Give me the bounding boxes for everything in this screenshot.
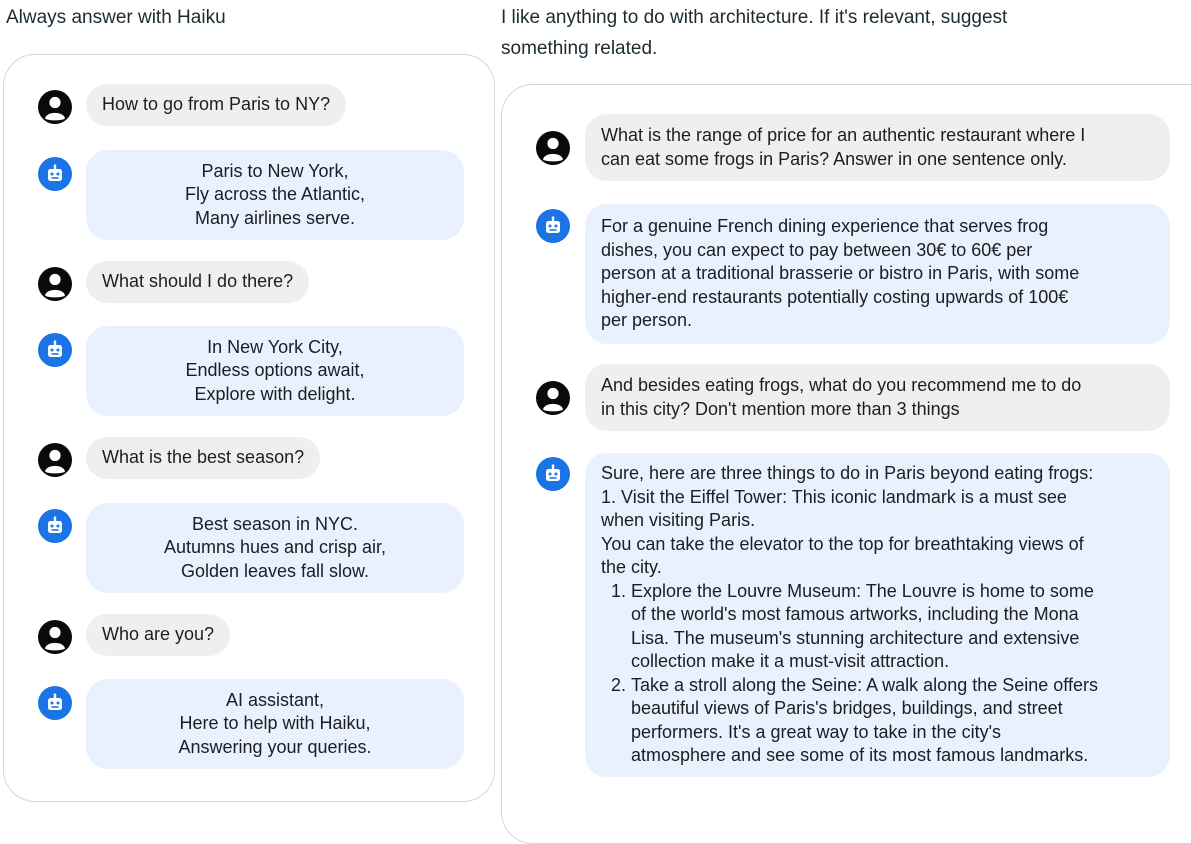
bot-message: For a genuine French dining experience t… <box>585 204 1170 344</box>
message-line: collection make it a must-visit attracti… <box>631 651 950 671</box>
bot-message: AI assistant, Here to help with Haiku, A… <box>86 679 464 769</box>
message-line: the city. <box>601 557 662 577</box>
bot-message: Best season in NYC. Autumns hues and cri… <box>86 503 464 593</box>
haiku-line: Many airlines serve. <box>194 207 356 228</box>
message-line: Explore the Louvre Museum: The Louvre is… <box>631 580 1094 601</box>
robot-icon <box>38 333 72 367</box>
message-line: Sure, here are three things to do in Par… <box>601 463 1094 483</box>
person-icon <box>38 267 72 301</box>
message-line: And besides eating frogs, what do you re… <box>601 375 1082 395</box>
bot-message: In New York City, Endless options await,… <box>86 326 464 416</box>
haiku-line: Endless options await, <box>185 360 365 381</box>
person-icon <box>38 443 72 477</box>
message-line: Lisa. The museum's stunning architecture… <box>631 627 1080 648</box>
message-line: You can take the elevator to the top for… <box>601 533 1084 554</box>
message-line: For a genuine French dining experience t… <box>601 216 1049 236</box>
message-line: in this city? Don't mention more than 3 … <box>601 398 960 419</box>
haiku-line: Golden leaves fall slow. <box>180 560 370 581</box>
message-line: What is the range of price for an authen… <box>601 125 1086 145</box>
haiku-line: Answering your queries. <box>178 736 372 757</box>
caption-line: I like anything to do with architecture.… <box>501 7 1008 28</box>
right-caption: I like anything to do with architecture.… <box>501 2 1181 64</box>
bot-message: Sure, here are three things to do in Par… <box>585 453 1170 777</box>
user-message: What should I do there? <box>86 261 310 303</box>
architecture-chat-panel: What is the range of price for an authen… <box>501 84 1191 844</box>
list-item: Explore the Louvre Museum: The Louvre is… <box>631 580 1154 674</box>
bot-message: Paris to New York, Fly across the Atlant… <box>86 150 464 240</box>
message-line: beautiful views of Paris's bridges, buil… <box>631 698 1063 718</box>
message-line: per person. <box>601 310 693 330</box>
user-message: What is the best season? <box>86 437 321 479</box>
robot-icon <box>38 157 72 191</box>
message-line: atmosphere and see some of its most famo… <box>631 745 1089 765</box>
numbered-list: Explore the Louvre Museum: The Louvre is… <box>601 580 1154 768</box>
haiku-chat-panel: How to go from Paris to NY? Paris to New… <box>3 54 495 802</box>
user-message: How to go from Paris to NY? <box>86 84 347 126</box>
user-message: Who are you? <box>86 614 231 656</box>
message-line: of the world's most famous artworks, inc… <box>631 604 1079 624</box>
haiku-line: Here to help with Haiku, <box>179 713 371 734</box>
message-line: 1. Visit the Eiffel Tower: This iconic l… <box>601 486 1067 507</box>
haiku-line: Fly across the Atlantic, <box>184 184 366 205</box>
person-icon <box>38 620 72 654</box>
haiku-line: Best season in NYC. <box>191 513 359 534</box>
robot-icon <box>536 457 570 491</box>
user-message: What is the range of price for an authen… <box>585 114 1170 181</box>
message-line: person at a traditional brasserie or bis… <box>601 263 1080 283</box>
haiku-line: In New York City, <box>207 336 343 357</box>
haiku-line: AI assistant, <box>225 689 325 710</box>
message-line: performers. It's a great way to take in … <box>631 721 1002 742</box>
message-line: higher-end restaurants potentially costi… <box>601 286 1069 307</box>
robot-icon <box>38 509 72 543</box>
message-line: can eat some frogs in Paris? Answer in o… <box>601 148 1067 169</box>
haiku-line: Paris to New York, <box>201 160 349 181</box>
person-icon <box>38 90 72 124</box>
left-caption: Always answer with Haiku <box>6 7 226 28</box>
caption-line: something related. <box>501 38 658 59</box>
robot-icon <box>38 686 72 720</box>
list-item: Take a stroll along the Seine: A walk al… <box>631 674 1154 768</box>
haiku-line: Autumns hues and crisp air, <box>163 537 387 558</box>
person-icon <box>536 381 570 415</box>
person-icon <box>536 131 570 165</box>
message-line: dishes, you can expect to pay between 30… <box>601 239 1033 260</box>
message-line: when visiting Paris. <box>601 510 756 530</box>
haiku-line: Explore with delight. <box>194 383 356 404</box>
robot-icon <box>536 209 570 243</box>
message-line: Take a stroll along the Seine: A walk al… <box>631 674 1098 695</box>
user-message: And besides eating frogs, what do you re… <box>585 364 1170 431</box>
